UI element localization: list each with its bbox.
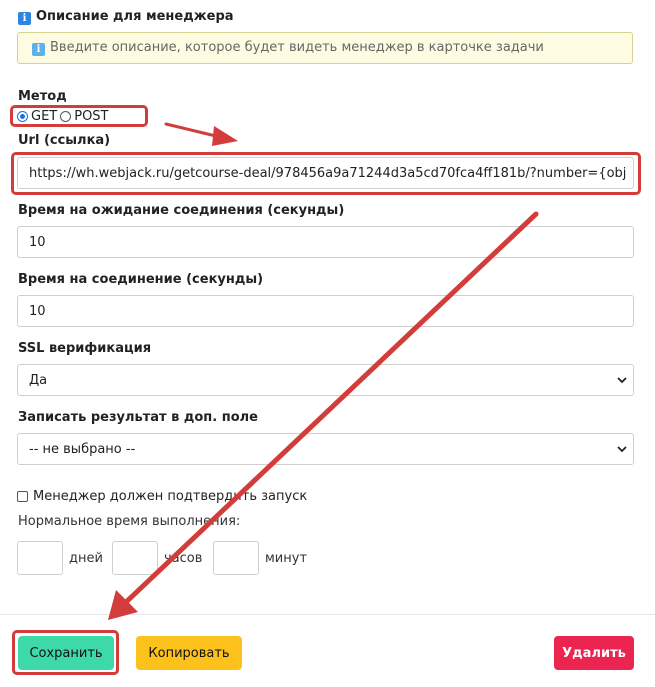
- result-field-label: Записать результат в доп. поле: [18, 410, 258, 425]
- connect-wait-input[interactable]: 10: [17, 226, 634, 258]
- save-highlight: [12, 630, 119, 675]
- connect-time-label: Время на соединение (секунды): [18, 272, 264, 287]
- manager-description-title: i Описание для менеджера: [18, 9, 234, 25]
- delete-button[interactable]: Удалить: [554, 636, 634, 670]
- connect-time-input[interactable]: 10: [17, 295, 634, 327]
- minutes-input[interactable]: [213, 541, 259, 575]
- ssl-select[interactable]: Да: [17, 364, 634, 396]
- confirm-row: Менеджер должен подтвердить запуск: [17, 489, 307, 504]
- hours-input[interactable]: [112, 541, 158, 575]
- manager-description-title-text: Описание для менеджера: [36, 9, 234, 24]
- arrow-to-url-icon: [164, 122, 238, 146]
- task-settings-form: i Описание для менеджера i Введите описани…: [0, 0, 655, 687]
- minutes-unit-label: минут: [265, 551, 308, 566]
- ssl-label: SSL верификация: [18, 341, 152, 356]
- confirm-label: Менеджер должен подтвердить запуск: [33, 489, 308, 504]
- chevron-down-icon: [617, 377, 627, 384]
- result-field-select[interactable]: -- не выбрано --: [17, 433, 634, 465]
- days-input[interactable]: [17, 541, 63, 575]
- manager-description-notice[interactable]: i Введите описание, которое будет видеть …: [17, 32, 633, 64]
- method-highlight: [10, 105, 148, 127]
- copy-button[interactable]: Копировать: [136, 636, 242, 670]
- method-label: Метод: [18, 89, 67, 104]
- normal-time-label: Нормальное время выполнения:: [18, 514, 241, 529]
- ssl-select-value: Да: [29, 372, 48, 388]
- info-icon: i: [32, 43, 45, 56]
- days-unit-label: дней: [69, 551, 103, 566]
- confirm-checkbox[interactable]: [17, 491, 28, 502]
- url-highlight: [11, 152, 641, 195]
- hours-unit-label: часов: [164, 551, 203, 566]
- url-label: Url (ссылка): [18, 133, 111, 148]
- footer-divider: [0, 614, 655, 615]
- connect-wait-label: Время на ожидание соединения (секунды): [18, 203, 345, 218]
- manager-description-placeholder: Введите описание, которое будет видеть м…: [50, 40, 544, 55]
- info-icon: i: [18, 12, 31, 25]
- chevron-down-icon: [617, 446, 627, 453]
- result-field-select-value: -- не выбрано --: [29, 441, 136, 457]
